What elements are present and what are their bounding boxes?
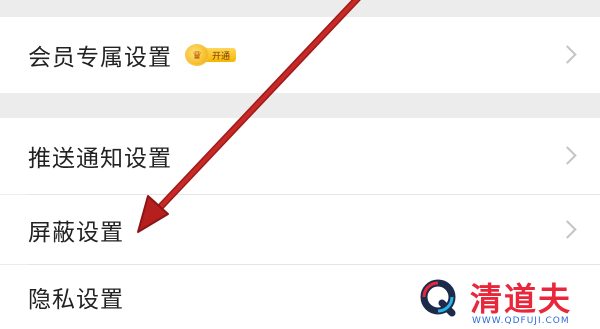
section-gap (0, 93, 600, 118)
watermark-url: WWW.QDFUJI.COM (472, 316, 570, 326)
settings-item-label: 推送通知设置 (28, 146, 172, 172)
vip-open-badge[interactable]: ♛ 开通 (186, 45, 237, 65)
vip-crown-icon: ♛ (186, 45, 208, 65)
settings-item-label: 会员专属设置 (28, 45, 172, 71)
chevron-right-icon (558, 45, 577, 64)
settings-item-block-settings[interactable]: 屏蔽设置 (0, 195, 600, 264)
chevron-right-icon (558, 146, 577, 165)
watermark-logo-icon (420, 279, 456, 317)
settings-item-member-settings[interactable]: 会员专属设置 ♛ 开通 (0, 17, 600, 93)
settings-item-label: 隐私设置 (28, 287, 124, 313)
settings-item-push-notifications[interactable]: 推送通知设置 (0, 118, 600, 194)
section-gap-top (0, 0, 600, 17)
chevron-right-icon (558, 219, 577, 239)
site-watermark: 清道夫 WWW.QDFUJI.COM (412, 272, 600, 329)
settings-item-label: 屏蔽设置 (28, 219, 124, 246)
watermark-title: 清道夫 (470, 280, 573, 318)
